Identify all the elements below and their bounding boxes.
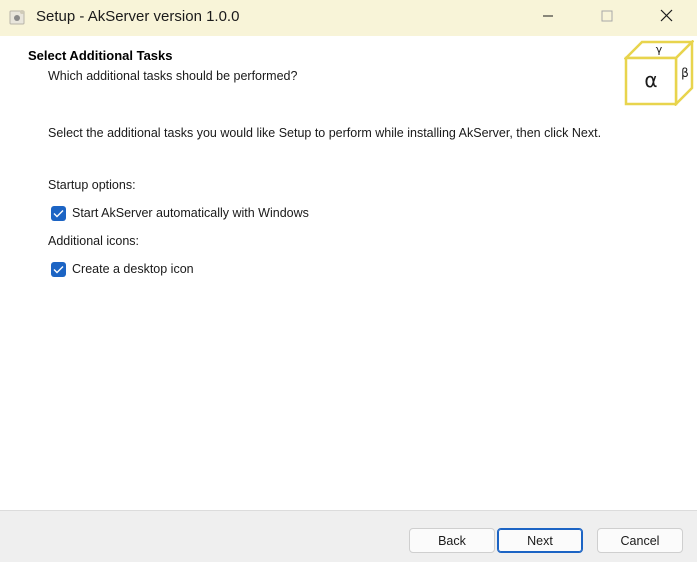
startup-options-label: Startup options: [48, 178, 136, 192]
checkmark-icon [53, 209, 64, 217]
logo-gamma: γ [656, 43, 663, 56]
autostart-checkbox[interactable] [51, 205, 66, 221]
instruction-text: Select the additional tasks you would li… [48, 126, 602, 140]
logo-alpha: α [644, 68, 657, 92]
maximize-button[interactable] [577, 0, 637, 36]
page-subtitle: Which additional tasks should be perform… [48, 69, 298, 83]
autostart-task[interactable]: Start AkServer automatically with Window… [51, 205, 309, 221]
desktop-icon-label[interactable]: Create a desktop icon [72, 262, 194, 276]
autostart-label[interactable]: Start AkServer automatically with Window… [72, 206, 309, 220]
button-bar [0, 510, 697, 562]
back-button[interactable]: Back [409, 528, 495, 553]
wizard-logo: α β γ [622, 38, 696, 108]
close-button[interactable] [636, 0, 696, 36]
desktop-icon-task[interactable]: Create a desktop icon [51, 261, 194, 277]
title-bar[interactable]: Setup - AkServer version 1.0.0 [0, 0, 697, 36]
page-title: Select Additional Tasks [28, 48, 173, 63]
checkmark-icon [53, 265, 64, 273]
window-title: Setup - AkServer version 1.0.0 [36, 8, 240, 25]
cancel-button[interactable]: Cancel [597, 528, 683, 553]
maximize-icon [601, 9, 613, 27]
next-button[interactable]: Next [497, 528, 583, 553]
additional-icons-label: Additional icons: [48, 234, 140, 248]
logo-beta: β [681, 66, 689, 80]
close-icon [660, 9, 673, 27]
minimize-icon [542, 9, 554, 27]
desktop-icon-checkbox[interactable] [51, 261, 66, 277]
setup-icon [9, 8, 27, 26]
setup-window: Setup - AkServer version 1.0.0 Select Ad… [0, 0, 697, 562]
minimize-button[interactable] [518, 0, 578, 36]
